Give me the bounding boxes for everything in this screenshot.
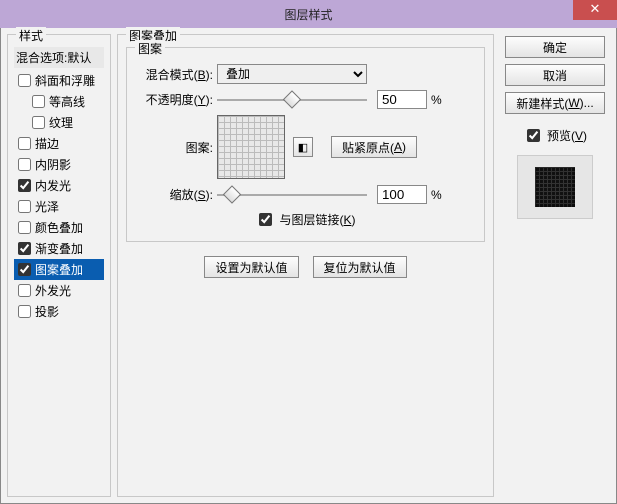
preview-label[interactable]: 预览(V) [547,127,587,144]
link-row: 与图层链接(K) [137,210,474,229]
style-checkbox[interactable] [18,137,31,150]
style-row[interactable]: 图案叠加 [14,259,104,280]
opacity-slider[interactable] [217,92,367,108]
style-row[interactable]: 纹理 [14,112,104,133]
opacity-row: 不透明度(Y): % [137,90,474,109]
blend-mode-select[interactable]: 叠加 [217,64,367,84]
style-checkbox[interactable] [18,263,31,276]
style-checkbox[interactable] [18,200,31,213]
preview-box [517,155,593,219]
right-panel: 确定 取消 新建样式(W)... 预览(V) [500,34,610,497]
link-label[interactable]: 与图层链接(K) [279,211,355,228]
dialog-body: 样式 混合选项:默认 斜面和浮雕等高线纹理描边内阴影内发光光泽颜色叠加渐变叠加图… [0,28,617,504]
preview-swatch [535,167,575,207]
style-label: 颜色叠加 [35,219,83,236]
reset-default-button[interactable]: 复位为默认值 [313,256,407,278]
style-checkbox[interactable] [18,305,31,318]
blend-options-header[interactable]: 混合选项:默认 [14,47,104,68]
snap-origin-button[interactable]: 贴紧原点(A) [331,136,417,158]
pattern-legend: 图案 [135,40,165,57]
pattern-groupbox: 图案 混合模式(B): 叠加 不透明度(Y): [126,47,485,242]
style-checkbox[interactable] [18,221,31,234]
style-row[interactable]: 描边 [14,133,104,154]
default-buttons-row: 设置为默认值 复位为默认值 [124,256,487,278]
preview-check-row: 预览(V) [523,126,587,145]
style-label: 内发光 [35,177,71,194]
style-checkbox[interactable] [18,284,31,297]
style-row[interactable]: 内阴影 [14,154,104,175]
style-checkbox[interactable] [18,242,31,255]
preview-checkbox[interactable] [527,129,540,142]
opacity-label: 不透明度(Y): [137,91,217,108]
titlebar: 图层样式 ✕ [0,0,617,28]
blend-options-label: 混合选项:默认 [16,49,91,66]
scale-label: 缩放(S): [137,186,217,203]
new-preset-button[interactable]: ◧ [293,137,313,157]
style-row[interactable]: 渐变叠加 [14,238,104,259]
style-label: 内阴影 [35,156,71,173]
style-label: 渐变叠加 [35,240,83,257]
style-checkbox[interactable] [18,158,31,171]
style-row[interactable]: 光泽 [14,196,104,217]
cancel-button[interactable]: 取消 [505,64,605,86]
style-list: 混合选项:默认 斜面和浮雕等高线纹理描边内阴影内发光光泽颜色叠加渐变叠加图案叠加… [14,45,104,322]
style-checkbox[interactable] [32,116,45,129]
pattern-overlay-groupbox: 图案叠加 图案 混合模式(B): 叠加 不透明度(Y): [117,34,494,497]
style-label: 纹理 [49,114,73,131]
set-default-button[interactable]: 设置为默认值 [204,256,298,278]
style-label: 等高线 [49,93,85,110]
scale-unit: % [431,188,442,202]
opacity-input[interactable] [377,90,427,109]
style-row[interactable]: 颜色叠加 [14,217,104,238]
style-label: 光泽 [35,198,59,215]
close-button[interactable]: ✕ [573,0,617,20]
style-label: 图案叠加 [35,261,83,278]
style-row[interactable]: 投影 [14,301,104,322]
blend-mode-row: 混合模式(B): 叠加 [137,64,474,84]
blend-mode-label: 混合模式(B): [137,66,217,83]
window-title: 图层样式 [284,6,332,23]
scale-row: 缩放(S): % [137,185,474,204]
opacity-unit: % [431,93,442,107]
style-row[interactable]: 等高线 [14,91,104,112]
style-checkbox[interactable] [18,74,31,87]
style-label: 斜面和浮雕 [35,72,95,89]
styles-legend: 样式 [16,27,46,44]
pattern-row: 图案: ◧ 贴紧原点(A) [137,115,474,179]
style-label: 描边 [35,135,59,152]
scale-input[interactable] [377,185,427,204]
style-row[interactable]: 外发光 [14,280,104,301]
pattern-label: 图案: [137,139,217,156]
style-checkbox[interactable] [18,179,31,192]
style-row[interactable]: 斜面和浮雕 [14,70,104,91]
styles-groupbox: 样式 混合选项:默认 斜面和浮雕等高线纹理描边内阴影内发光光泽颜色叠加渐变叠加图… [7,34,111,497]
style-label: 外发光 [35,282,71,299]
pattern-swatch[interactable] [217,115,285,179]
new-style-button[interactable]: 新建样式(W)... [505,92,605,114]
style-checkbox[interactable] [32,95,45,108]
link-checkbox[interactable] [259,213,272,226]
style-row[interactable]: 内发光 [14,175,104,196]
scale-slider[interactable] [217,187,367,203]
ok-button[interactable]: 确定 [505,36,605,58]
style-label: 投影 [35,303,59,320]
